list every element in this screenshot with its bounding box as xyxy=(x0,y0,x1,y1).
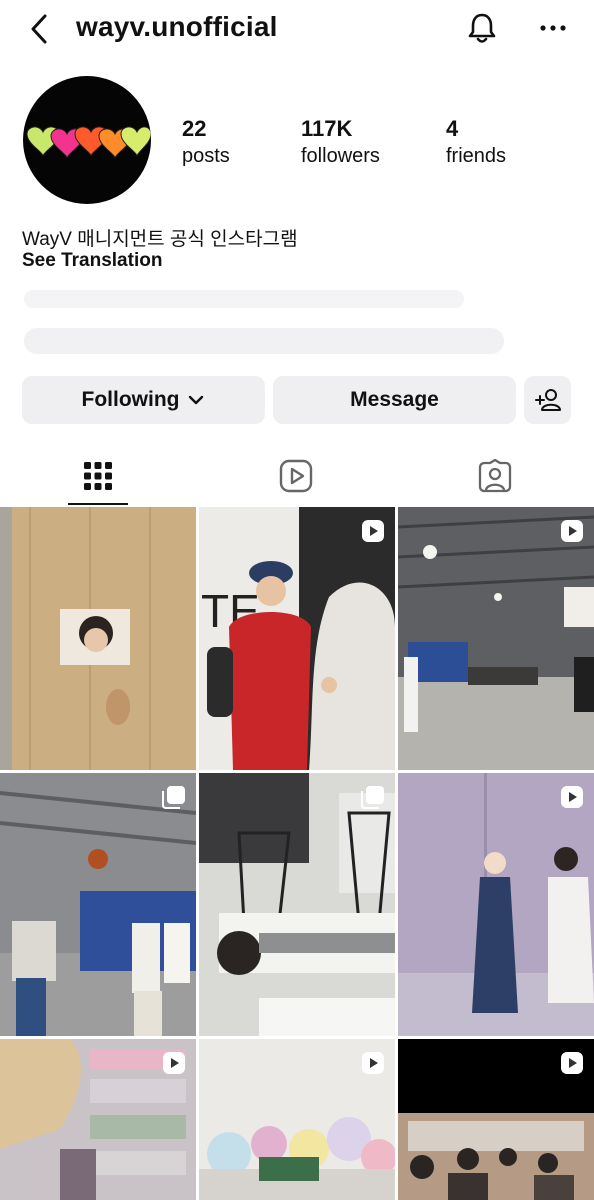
post-image: TE xyxy=(199,507,395,770)
friends-count[interactable]: 4 friends xyxy=(446,117,506,171)
carousel-icon xyxy=(162,786,185,809)
profile-bio: WayV 매니지먼트 공식 인스타그램 xyxy=(22,229,298,250)
add-person-icon xyxy=(534,389,561,411)
reel-icon xyxy=(561,786,583,808)
post-thumbnail[interactable] xyxy=(0,1039,196,1200)
posts-grid: TE xyxy=(0,507,594,1200)
post-thumbnail[interactable] xyxy=(398,1039,594,1200)
tagged-person-icon xyxy=(478,459,512,493)
post-thumbnail[interactable] xyxy=(0,507,196,770)
post-thumbnail[interactable]: TE xyxy=(199,507,395,770)
post-image xyxy=(199,773,395,1036)
redacted-bio-text xyxy=(24,290,504,354)
followers-label: followers xyxy=(301,145,380,167)
notification-bell-icon[interactable] xyxy=(464,10,500,46)
following-label: Following xyxy=(81,388,180,411)
message-button[interactable]: Message xyxy=(273,376,516,424)
reels-icon xyxy=(279,459,313,493)
friends-label: friends xyxy=(446,145,507,167)
post-image xyxy=(398,507,594,770)
posts-label: posts xyxy=(182,145,230,167)
see-translation-link[interactable]: See Translation xyxy=(22,250,162,272)
active-tab-indicator xyxy=(68,503,128,505)
post-image xyxy=(0,773,196,1036)
profile-avatar[interactable] xyxy=(23,76,151,204)
post-thumbnail[interactable] xyxy=(199,773,395,1036)
followers-count[interactable]: 117K followers xyxy=(301,117,380,171)
profile-username: wayv.unofficial xyxy=(76,11,278,42)
tab-grid[interactable] xyxy=(66,446,130,506)
post-image xyxy=(0,507,196,770)
suggested-users-button[interactable] xyxy=(524,376,571,424)
reel-icon xyxy=(163,1052,185,1074)
chevron-down-icon xyxy=(189,395,204,405)
post-image xyxy=(398,773,594,1036)
posts-value: 22 xyxy=(182,116,207,141)
post-thumbnail[interactable] xyxy=(199,1039,395,1200)
posts-count[interactable]: 22 posts xyxy=(182,117,230,171)
back-arrow-icon[interactable] xyxy=(26,12,54,46)
carousel-icon xyxy=(361,786,384,809)
followers-value: 117K xyxy=(301,116,353,141)
reel-icon xyxy=(561,520,583,542)
reel-icon xyxy=(561,1052,583,1074)
top-bar: wayv.unofficial xyxy=(0,0,594,58)
reel-icon xyxy=(362,1052,384,1074)
more-options-icon[interactable] xyxy=(538,14,568,42)
post-thumbnail[interactable] xyxy=(0,773,196,1036)
grid-icon xyxy=(84,462,112,490)
following-button[interactable]: Following xyxy=(22,376,265,424)
friends-value: 4 xyxy=(446,116,459,141)
profile-tabs xyxy=(0,446,594,506)
post-thumbnail[interactable] xyxy=(398,507,594,770)
message-label: Message xyxy=(350,388,439,411)
tab-reels[interactable] xyxy=(264,446,328,506)
tab-tagged[interactable] xyxy=(463,446,527,506)
post-thumbnail[interactable] xyxy=(398,773,594,1036)
reel-icon xyxy=(362,520,384,542)
